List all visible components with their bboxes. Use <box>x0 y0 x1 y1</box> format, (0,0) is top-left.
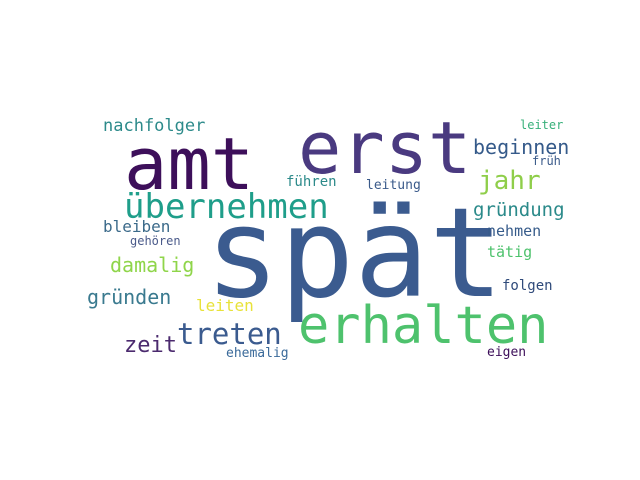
word-gehoeren: gehören <box>130 234 181 248</box>
word-nachfolger: nachfolger <box>103 116 206 136</box>
word-gruendung: gründung <box>473 199 565 221</box>
word-ehemalig: ehemalig <box>226 346 289 361</box>
word-fuehren: führen <box>286 174 337 190</box>
word-frueh: früh <box>532 154 561 168</box>
word-zeit: zeit <box>124 333 177 358</box>
word-taetig: tätig <box>487 243 533 261</box>
word-gruenden: gründen <box>87 285 172 309</box>
word-leitung: leitung <box>366 178 421 193</box>
word-treten: treten <box>177 317 282 351</box>
word-jahr: jahr <box>478 166 541 196</box>
word-folgen: folgen <box>502 278 553 294</box>
word-cloud: spät amt erst erhalten übernehmen treten… <box>0 0 640 480</box>
word-leiter: leiter <box>520 118 564 132</box>
word-eigen: eigen <box>487 345 527 360</box>
word-leiten: leiten <box>196 296 254 315</box>
word-nehmen: nehmen <box>487 222 542 240</box>
word-damalig: damalig <box>110 253 195 277</box>
word-bleiben: bleiben <box>103 217 171 236</box>
